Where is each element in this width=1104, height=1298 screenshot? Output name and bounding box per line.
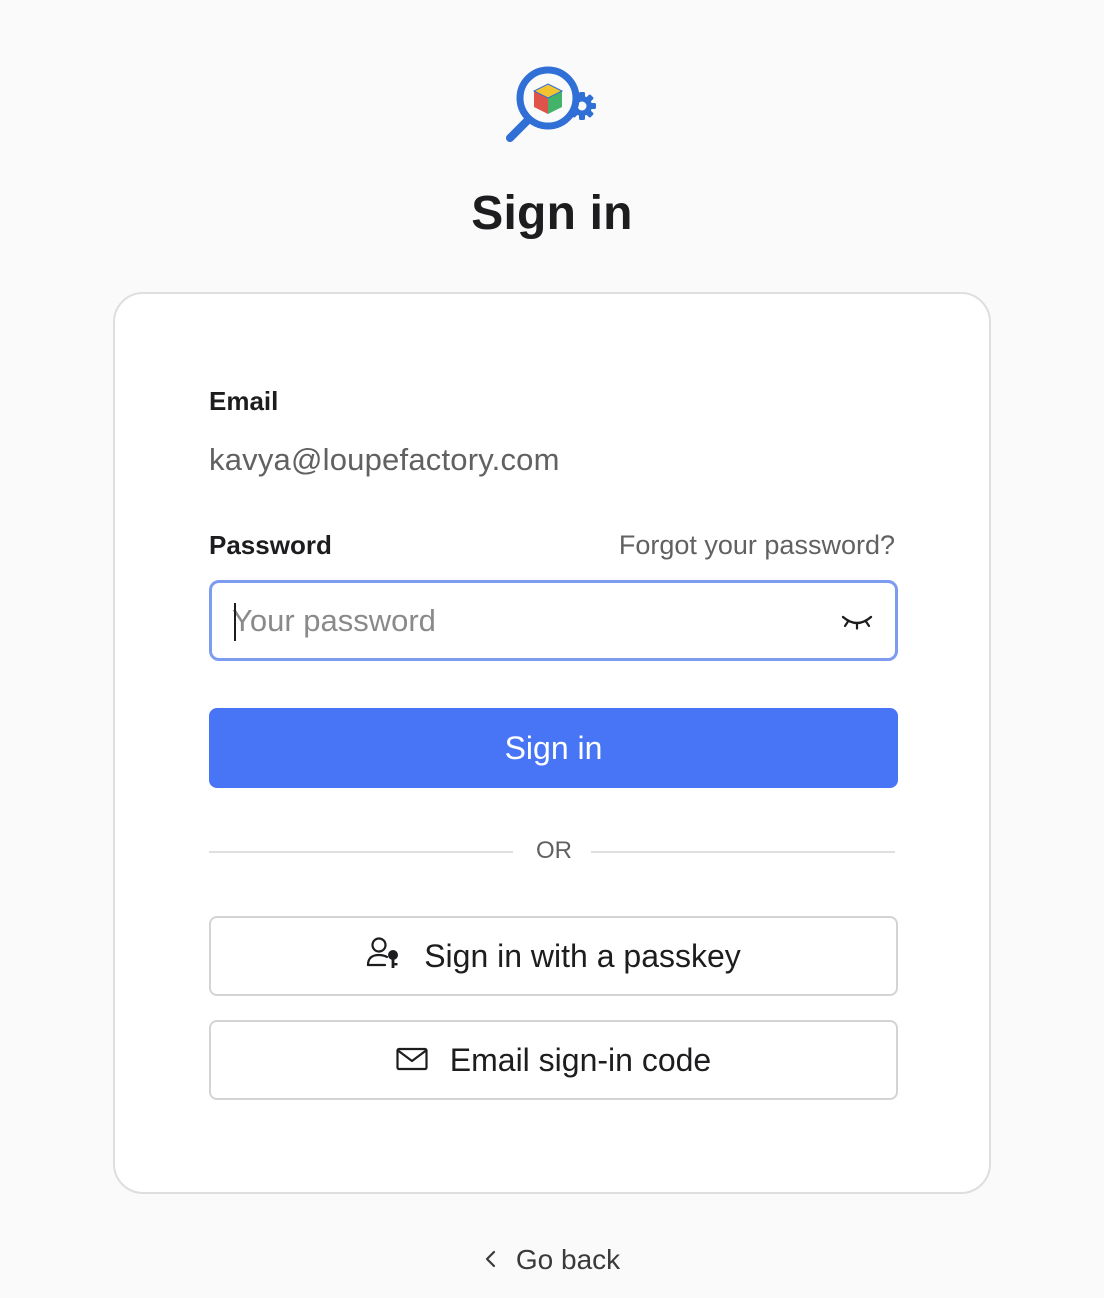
page-title: Sign in <box>471 187 633 240</box>
sign-in-page: Sign in Email kavya@loupefactory.com Pas… <box>0 0 1104 1298</box>
email-label: Email <box>209 386 279 416</box>
divider-line-right <box>591 851 895 853</box>
forgot-password-link[interactable]: Forgot your password? <box>619 530 895 561</box>
chevron-left-icon <box>484 1244 498 1276</box>
go-back-link[interactable]: Go back <box>0 1244 1104 1276</box>
text-caret <box>234 603 236 641</box>
password-field[interactable] <box>209 580 898 661</box>
user-key-icon <box>366 935 402 977</box>
passkey-button-label: Sign in with a passkey <box>424 937 741 974</box>
password-input[interactable] <box>232 583 812 658</box>
envelope-icon <box>396 1042 428 1079</box>
email-value: kavya@loupefactory.com <box>209 442 560 477</box>
email-code-button-label: Email sign-in code <box>449 1041 712 1078</box>
sign-in-card: Email kavya@loupefactory.com Password Fo… <box>113 292 991 1194</box>
password-label: Password <box>209 530 332 560</box>
sign-in-button[interactable]: Sign in <box>209 708 898 788</box>
email-code-button[interactable]: Email sign-in code <box>209 1020 898 1100</box>
loupe-cube-gear-logo <box>506 66 596 142</box>
passkey-sign-in-button[interactable]: Sign in with a passkey <box>209 916 898 996</box>
eye-closed-icon[interactable] <box>839 605 875 637</box>
go-back-label: Go back <box>515 1244 621 1275</box>
